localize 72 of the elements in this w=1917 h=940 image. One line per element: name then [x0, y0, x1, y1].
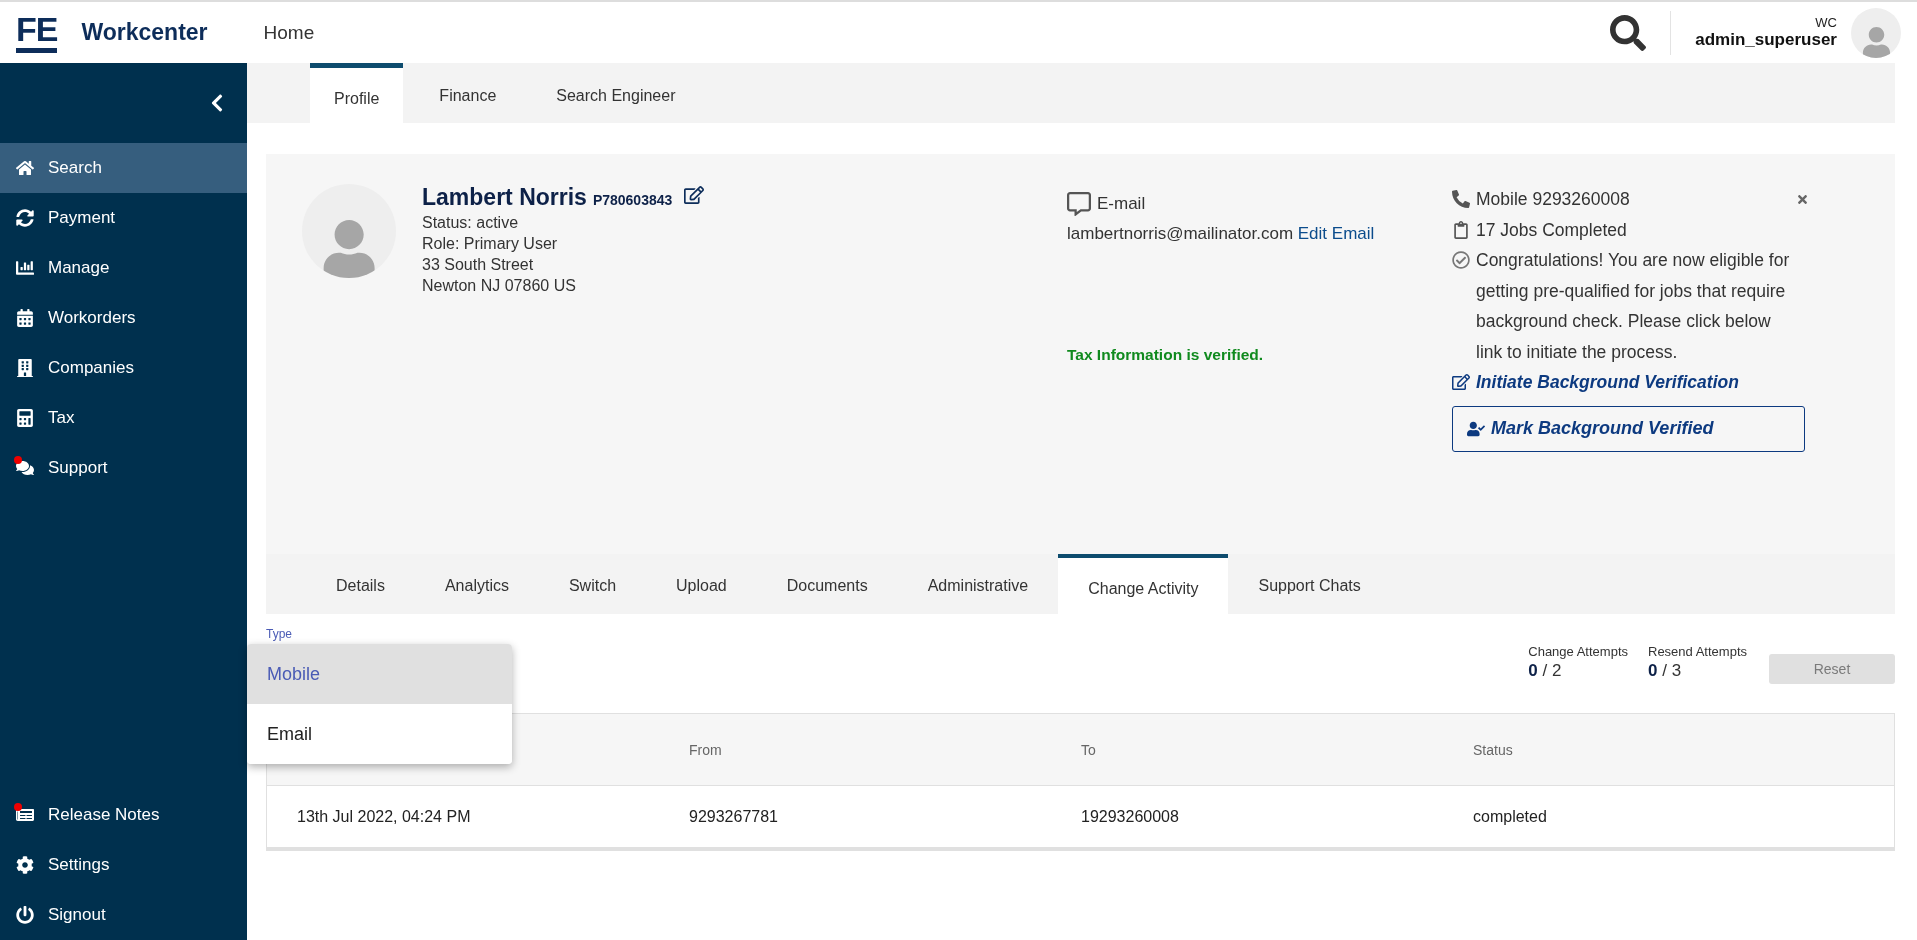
calendar-icon [16, 309, 34, 327]
sidebar-item[interactable]: Payment [0, 193, 247, 243]
sidebar-item[interactable]: Signout [0, 890, 247, 940]
profile-detail: 33 South Street [422, 256, 535, 274]
user-check-icon [1467, 419, 1485, 438]
settings-icon [16, 856, 34, 874]
profile-detail: Role: Primary User [422, 235, 559, 253]
sidebar-item[interactable]: Companies [0, 343, 247, 393]
tab[interactable]: Upload [646, 554, 757, 614]
sidebar-item[interactable]: Workorders [0, 293, 247, 343]
profile-id: P780603843 [592, 192, 673, 208]
tab[interactable]: Profile [310, 63, 404, 123]
app-name: Workcenter [81, 19, 208, 46]
speech-bubble-icon [1067, 192, 1091, 216]
tab[interactable]: Documents [756, 554, 898, 614]
attempts-label: Resend Attempts [1648, 644, 1747, 659]
sidebar-item[interactable]: Support [0, 443, 247, 493]
calculator-icon [16, 409, 34, 427]
table-cell: 13th Jul 2022, 04:24 PM [297, 807, 471, 825]
table-cell: 19293260008 [1081, 807, 1179, 825]
tab[interactable]: Switch [538, 554, 647, 614]
attempts-count: 0 / 3 [1648, 661, 1683, 681]
tax-status: Tax Information is verified. [1067, 346, 1265, 364]
email-address: lambertnorris@mailinator.com Edit Email [1067, 223, 1376, 245]
profile-detail: Status: active [422, 214, 520, 232]
profile-detail: Newton NJ 07860 US [422, 277, 577, 295]
tab[interactable]: Finance [415, 63, 521, 123]
table-cell: completed [1473, 807, 1547, 825]
sidebar-item[interactable]: Manage [0, 243, 247, 293]
phone-icon [1452, 190, 1470, 209]
tab[interactable]: Details [306, 554, 415, 614]
mobile-number: Mobile 9293260008 [1476, 188, 1630, 211]
sidebar-item[interactable]: Release Notes [0, 790, 247, 840]
tab[interactable]: Search Engineer [532, 63, 700, 123]
table-cell: 9293267781 [689, 807, 778, 825]
refresh-icon [16, 209, 34, 227]
chat-icon [16, 459, 34, 477]
tab[interactable]: Administrative [897, 554, 1059, 614]
jobs-completed: 17 Jobs Completed [1476, 218, 1627, 242]
attempts-label: Change Attempts [1528, 644, 1628, 659]
mark-verified-button[interactable]: Mark Background Verified [1452, 405, 1805, 452]
email-label: E-mail [1097, 194, 1146, 214]
initiate-verification-link[interactable]: Initiate Background Verification [1476, 367, 1739, 398]
menu-option[interactable]: Email [247, 704, 512, 764]
column-header: To [1081, 741, 1096, 758]
tab[interactable]: Analytics [414, 554, 539, 614]
type-label: Type [266, 627, 292, 641]
sidebar-item[interactable]: Search [0, 143, 247, 193]
logo: FE [16, 12, 58, 53]
column-header: Status [1473, 741, 1513, 758]
attempts-count: 0 / 2 [1528, 661, 1563, 681]
edit-icon[interactable] [684, 185, 705, 205]
search-icon[interactable] [1610, 14, 1647, 51]
sidebar-item[interactable]: Tax [0, 393, 247, 443]
tab[interactable]: Change Activity [1058, 554, 1229, 614]
power-icon [16, 906, 34, 924]
username: admin_superuser [1695, 30, 1837, 50]
clipboard-icon [1452, 220, 1470, 239]
newspaper-icon [16, 806, 34, 824]
home-link[interactable]: Home [263, 21, 315, 44]
sidebar-item[interactable]: Settings [0, 840, 247, 890]
user-org: WC [1815, 15, 1837, 30]
profile-name: Lambert Norris [422, 184, 587, 211]
menu-option[interactable]: Mobile [247, 644, 512, 704]
eligibility-message: Congratulations! You are now eligible for getting pre-qualified for jobs that require background check. Please click below link to initiate the process. [1476, 249, 1791, 364]
edit-icon [1452, 373, 1470, 392]
edit-email-link[interactable]: Edit Email [1297, 224, 1375, 243]
tab[interactable]: Support Chats [1228, 554, 1391, 614]
bar-chart-icon [16, 259, 34, 277]
building-icon [16, 359, 34, 377]
home-icon [16, 159, 34, 177]
column-header: From [689, 741, 722, 758]
